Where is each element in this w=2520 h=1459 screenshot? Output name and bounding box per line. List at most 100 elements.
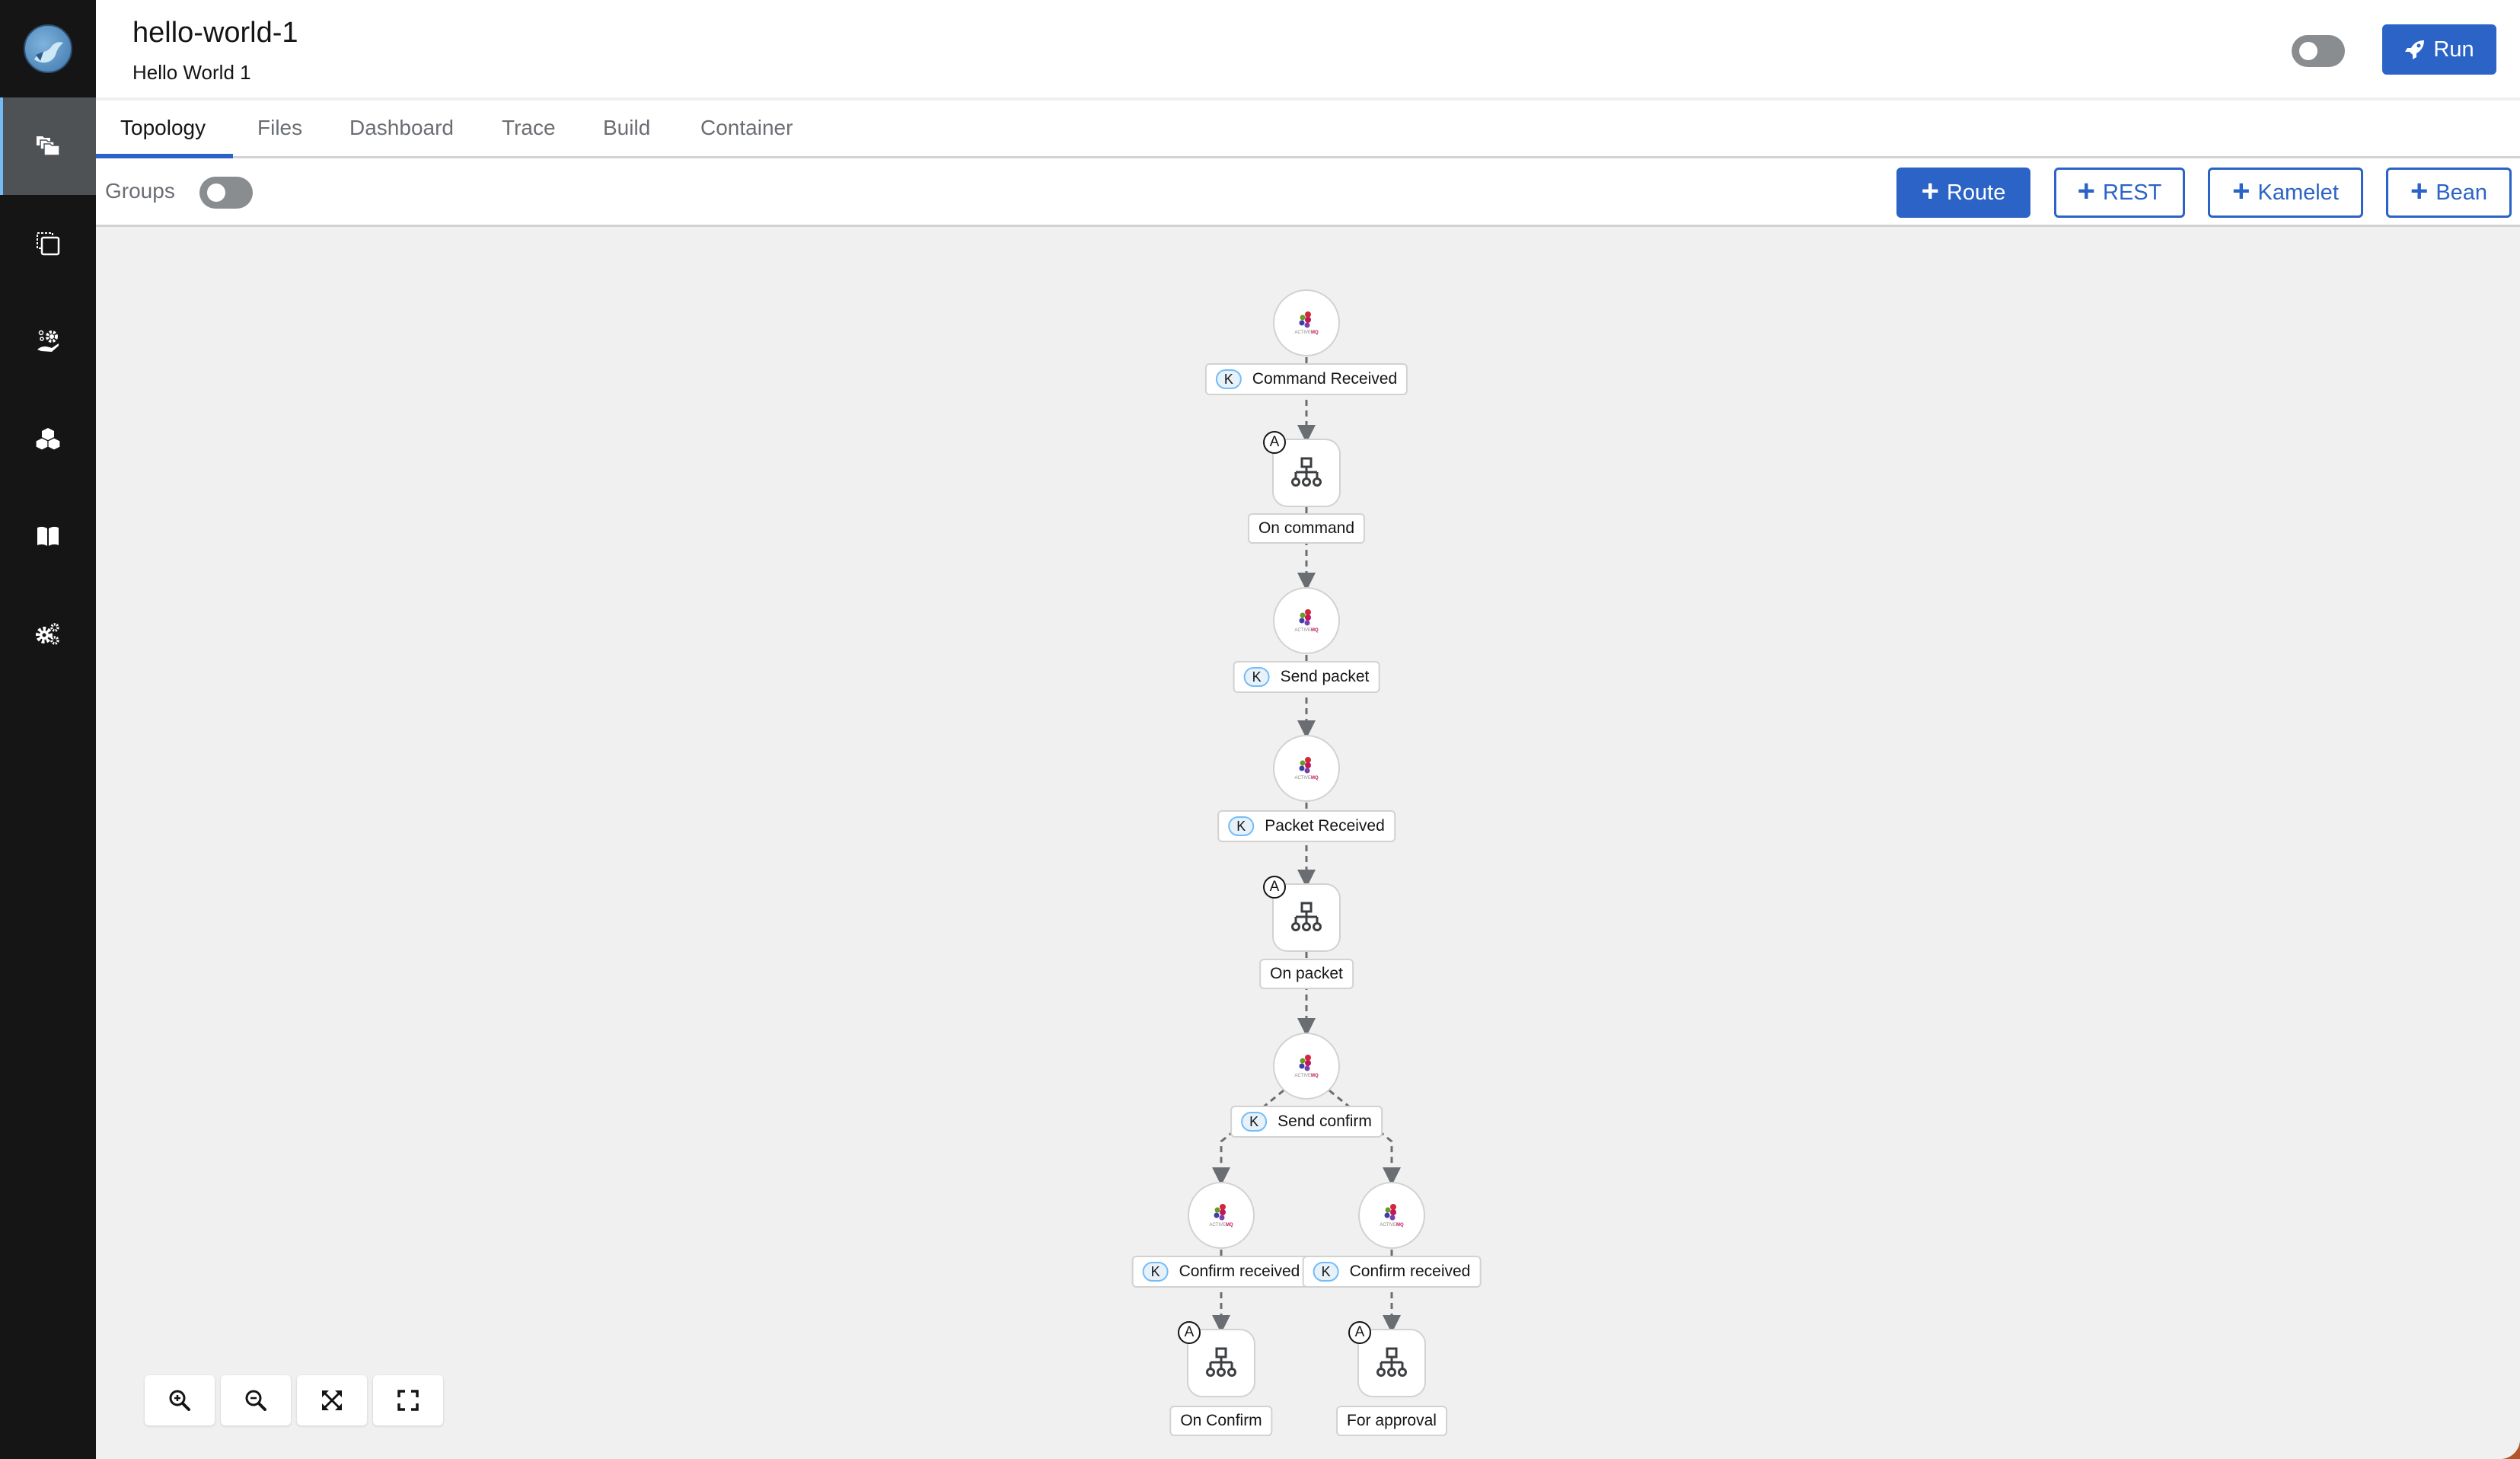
reset-view-button[interactable]	[373, 1375, 443, 1425]
svg-text:ACTIVEMQ: ACTIVEMQ	[1294, 776, 1319, 781]
groups-toggle[interactable]	[199, 177, 253, 209]
activemq-logo-icon: ACTIVEMQ	[1294, 609, 1319, 633]
kamelet-badge: K	[1215, 369, 1242, 389]
run-button-label: Run	[2433, 37, 2474, 62]
plus-icon: +	[2232, 174, 2250, 208]
route-node[interactable]: A	[1263, 431, 1341, 507]
add-route-button[interactable]: + Route	[1896, 168, 2030, 218]
kamelet-node[interactable]: ACTIVEMQ	[1273, 735, 1340, 802]
node-label-text: On packet	[1270, 965, 1343, 982]
sidebar-item-services[interactable]	[0, 292, 96, 390]
route-badge: A	[1178, 1321, 1201, 1344]
kamelet-node[interactable]: ACTIVEMQ	[1273, 587, 1340, 654]
node-label-text: For approval	[1347, 1412, 1437, 1429]
route-icon	[1291, 902, 1322, 931]
node-label-text: Send confirm	[1278, 1113, 1372, 1130]
fullscreen-icon	[397, 1390, 419, 1411]
expand-arrows-icon	[322, 1390, 342, 1410]
node-label[interactable]: On command	[1247, 513, 1366, 544]
route-icon	[1291, 457, 1322, 487]
kamelet-badge: K	[1228, 816, 1255, 836]
svg-text:ACTIVEMQ: ACTIVEMQ	[1380, 1223, 1404, 1228]
svg-text:ACTIVEMQ: ACTIVEMQ	[1209, 1223, 1233, 1228]
activemq-logo-icon: ACTIVEMQ	[1380, 1204, 1404, 1228]
cogs-icon	[36, 623, 59, 645]
clone-icon	[37, 232, 60, 256]
route-node[interactable]: A	[1178, 1321, 1255, 1397]
node-label[interactable]: On Confirm	[1169, 1406, 1273, 1436]
kamelet-node[interactable]: ACTIVEMQ	[1358, 1182, 1425, 1249]
add-kamelet-label: Kamelet	[2257, 180, 2339, 205]
route-icon	[1206, 1347, 1236, 1377]
node-label[interactable]: K Packet Received	[1217, 810, 1396, 842]
page-title: hello-world-1	[132, 17, 298, 49]
sidebar	[0, 0, 96, 1459]
rocket-icon	[2405, 40, 2425, 59]
zoom-out-icon	[245, 1390, 266, 1411]
zoom-out-button[interactable]	[221, 1375, 291, 1425]
camel-logo[interactable]	[24, 24, 72, 73]
tab-container[interactable]: Container	[700, 116, 793, 140]
add-rest-label: REST	[2103, 180, 2162, 205]
tab-files[interactable]: Files	[257, 116, 302, 140]
app-window: hello-world-1 Hello World 1 Run Topology…	[0, 0, 2520, 1459]
dev-mode-toggle[interactable]	[2292, 35, 2345, 67]
node-label-text: On command	[1258, 519, 1355, 537]
activemq-logo-icon: ACTIVEMQ	[1209, 1204, 1233, 1228]
book-icon	[37, 526, 59, 546]
kamelet-badge: K	[1313, 1262, 1339, 1282]
node-label-text: Confirm received	[1179, 1263, 1300, 1280]
page-header: hello-world-1 Hello World 1 Run	[96, 0, 2520, 97]
topology-toolbar: Groups + Route + REST + Kamelet + Bean	[96, 158, 2520, 227]
route-badge: A	[1348, 1321, 1371, 1344]
node-label[interactable]: K Command Received	[1204, 363, 1408, 395]
kamelet-badge: K	[1241, 1112, 1268, 1132]
sidebar-item-templates[interactable]	[0, 195, 96, 292]
svg-text:ACTIVEMQ: ACTIVEMQ	[1294, 1074, 1319, 1078]
tab-bar: Topology Files Dashboard Trace Build Con…	[96, 101, 2520, 158]
node-label[interactable]: For approval	[1336, 1406, 1447, 1436]
plus-icon: +	[2410, 174, 2429, 208]
node-label[interactable]: On packet	[1259, 959, 1354, 989]
kamelet-badge: K	[1142, 1262, 1169, 1282]
route-node[interactable]: A	[1348, 1321, 1426, 1397]
sidebar-item-containers[interactable]	[0, 390, 96, 487]
sidebar-item-knowledgebase[interactable]	[0, 487, 96, 585]
node-label[interactable]: K Confirm received	[1302, 1256, 1482, 1288]
kamelet-node[interactable]: ACTIVEMQ	[1273, 289, 1340, 356]
plus-icon: +	[1921, 174, 1939, 208]
service-hand-gear-icon	[37, 330, 59, 352]
node-label-text: On Confirm	[1180, 1412, 1262, 1429]
svg-text:ACTIVEMQ: ACTIVEMQ	[1294, 330, 1319, 335]
add-bean-label: Bean	[2435, 180, 2488, 205]
route-icon	[1376, 1347, 1407, 1377]
sidebar-item-projects[interactable]	[0, 97, 96, 195]
run-button[interactable]: Run	[2382, 24, 2496, 75]
route-node[interactable]: A	[1263, 876, 1341, 952]
add-bean-button[interactable]: + Bean	[2386, 168, 2512, 218]
node-label-text: Send packet	[1280, 668, 1370, 685]
tab-dashboard[interactable]: Dashboard	[349, 116, 454, 140]
kamelet-badge: K	[1243, 667, 1270, 687]
zoom-in-button[interactable]	[145, 1375, 215, 1425]
add-rest-button[interactable]: + REST	[2054, 168, 2185, 218]
sidebar-item-settings[interactable]	[0, 585, 96, 682]
fit-to-screen-button[interactable]	[297, 1375, 367, 1425]
cubes-icon	[35, 428, 61, 451]
svg-text:ACTIVEMQ: ACTIVEMQ	[1294, 628, 1319, 633]
tab-topology[interactable]: Topology	[120, 116, 206, 140]
node-label[interactable]: K Send packet	[1233, 661, 1380, 693]
zoom-in-icon	[169, 1390, 190, 1411]
node-label-text: Packet Received	[1265, 817, 1385, 835]
tab-build[interactable]: Build	[603, 116, 650, 140]
node-label[interactable]: K Confirm received	[1131, 1256, 1311, 1288]
kamelet-node[interactable]: ACTIVEMQ	[1188, 1182, 1255, 1249]
node-label[interactable]: K Send confirm	[1230, 1106, 1383, 1138]
tab-trace[interactable]: Trace	[502, 116, 556, 140]
add-kamelet-button[interactable]: + Kamelet	[2208, 168, 2363, 218]
kamelet-node[interactable]: ACTIVEMQ	[1273, 1033, 1340, 1100]
route-badge: A	[1263, 431, 1286, 454]
activemq-logo-icon: ACTIVEMQ	[1294, 757, 1319, 781]
route-badge: A	[1263, 876, 1286, 899]
node-label-text: Confirm received	[1349, 1263, 1471, 1280]
